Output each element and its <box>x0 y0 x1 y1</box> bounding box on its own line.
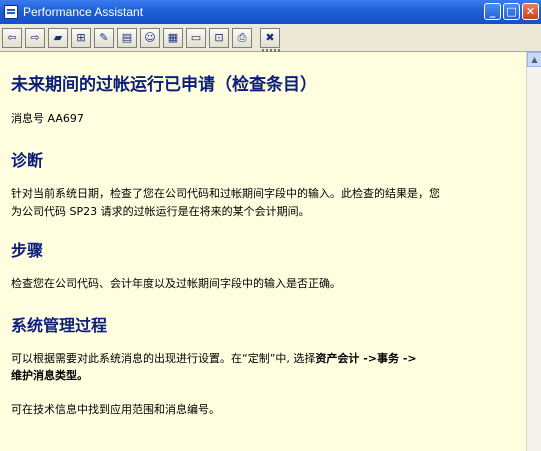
bookmark-button[interactable]: ⊡ <box>209 27 229 48</box>
diagnosis-heading: 诊断 <box>11 151 44 170</box>
title-bar: Performance Assistant _ □ ✕ <box>0 0 541 24</box>
person-button[interactable]: ☺ <box>140 27 160 48</box>
back-arrow-icon: ⇦ <box>7 31 17 44</box>
minimize-button[interactable]: _ <box>484 3 501 20</box>
close-icon: ✖ <box>265 31 275 44</box>
window-button[interactable]: ▭ <box>186 27 206 48</box>
procedure-text: 检查您在公司代码、会计年度以及过帐期间字段中的输入是否正确。 <box>11 277 341 290</box>
document-area: 未来期间的过帐运行已申请（检查条目） 消息号 AA697 诊断 针对当前系统日期… <box>0 52 526 451</box>
vertical-scrollbar[interactable]: ▲ <box>526 52 541 451</box>
sysadmin-line-1-text: 可以根据需要对此系统消息的出现进行设置。在“定制”中, 选择 <box>11 352 316 365</box>
procedure-heading: 步骤 <box>11 241 44 260</box>
toolbar: ⇦ ⇨ ▰ ⊞ ✎ ▤ ☺ ▦ ▭ ⊡ ⎙ ✖ <box>0 24 541 52</box>
diagnosis-line-2: 为公司代码 SP23 请求的过帐运行是在将来的某个会计期间。 <box>11 205 310 218</box>
bookmark-icon: ⊡ <box>214 31 224 44</box>
note-icon: ▤ <box>121 31 133 44</box>
edit-icon: ✎ <box>99 31 109 44</box>
maximize-button[interactable]: □ <box>503 3 520 20</box>
book-button[interactable]: ▰ <box>48 27 68 48</box>
sysadmin-line-2: 维护消息类型。 <box>11 367 88 385</box>
window-controls: _ □ ✕ <box>484 3 539 20</box>
book-icon: ▰ <box>53 31 63 44</box>
close-button[interactable]: ✖ <box>260 27 280 48</box>
print-button[interactable]: ⎙ <box>232 27 252 48</box>
print-icon: ⎙ <box>237 30 247 44</box>
sysadmin-line-1: 可以根据需要对此系统消息的出现进行设置。在“定制”中, 选择资产会计 ->事务 … <box>11 350 417 368</box>
window-icon: ▭ <box>190 31 202 44</box>
document-icon: ▦ <box>167 31 179 44</box>
sysadmin-menu-path-end: 维护消息类型。 <box>11 369 88 382</box>
tree-button[interactable]: ⊞ <box>71 27 91 48</box>
technical-info-text: 可在技术信息中找到应用范围和消息编号。 <box>11 403 220 416</box>
forward-arrow-icon: ⇨ <box>30 31 40 44</box>
close-window-button[interactable]: ✕ <box>522 3 539 20</box>
sysadmin-menu-path: 资产会计 ->事务 -> <box>315 352 417 365</box>
diagnosis-line-1: 针对当前系统日期，检查了您在公司代码和过帐期间字段中的输入。此检查的结果是，您 <box>11 187 440 200</box>
tree-icon: ⊞ <box>76 31 86 44</box>
sysadmin-heading: 系统管理过程 <box>11 316 108 335</box>
message-number: 消息号 AA697 <box>11 112 84 125</box>
app-icon <box>4 5 18 19</box>
page-title: 未来期间的过帐运行已申请（检查条目） <box>11 75 317 95</box>
back-button[interactable]: ⇦ <box>2 27 22 48</box>
scroll-up-icon[interactable]: ▲ <box>527 52 541 67</box>
window-title: Performance Assistant <box>23 5 144 19</box>
person-icon: ☺ <box>144 31 156 44</box>
forward-button[interactable]: ⇨ <box>25 27 45 48</box>
document-button[interactable]: ▦ <box>163 27 183 48</box>
edit-button[interactable]: ✎ <box>94 27 114 48</box>
note-button[interactable]: ▤ <box>117 27 137 48</box>
